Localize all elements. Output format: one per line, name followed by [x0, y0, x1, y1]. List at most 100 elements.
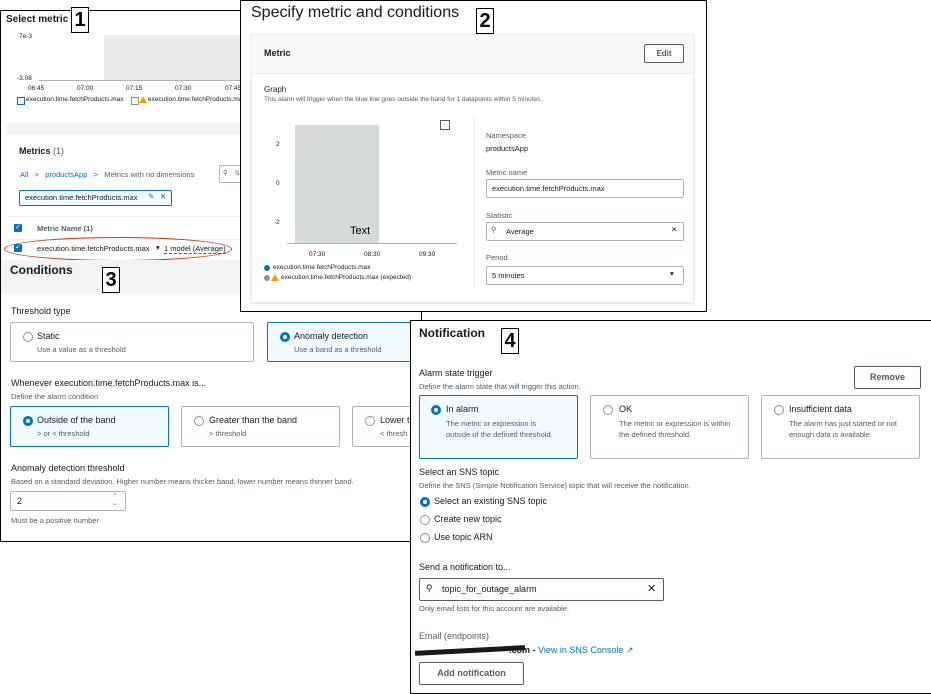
- ok-radio[interactable]: [603, 405, 613, 415]
- metric-container: Metric Edit Graph This alarm will trigge…: [251, 34, 694, 303]
- greater-band-radio[interactable]: [194, 416, 204, 426]
- send-label: Send a notification to...: [419, 562, 511, 572]
- breadcrumb-all[interactable]: All: [20, 170, 28, 179]
- x-tick: 06:45: [28, 85, 45, 92]
- remove-button[interactable]: Remove: [854, 366, 921, 389]
- new-topic-label[interactable]: Create new topic: [434, 514, 502, 524]
- select-metric-panel: Select metric 7e-3 -3.08 06:45 07:00 07:…: [0, 10, 252, 262]
- legend-series-swatch[interactable]: [264, 265, 270, 271]
- namespace-label: Namespace: [486, 131, 527, 140]
- chart-band: [104, 35, 251, 80]
- close-icon[interactable]: ✕: [160, 192, 166, 201]
- whenever-label: Whenever execution.time.fetchProducts.ma…: [11, 378, 207, 388]
- specify-panel: Specify metric and conditions Metric Edi…: [240, 0, 707, 312]
- add-notification-button[interactable]: Add notification: [419, 662, 524, 685]
- warning-icon: [271, 274, 279, 281]
- anomaly-desc: Use a band as a threshold: [294, 345, 382, 354]
- threshold-type-label: Threshold type: [11, 306, 71, 316]
- stepper-icon[interactable]: ⌃ ⌄: [112, 493, 117, 507]
- legend-band-swatch[interactable]: [264, 275, 270, 281]
- whenever-desc: Define the alarm condition: [11, 392, 99, 401]
- y-tick-top: 7e-3: [19, 33, 33, 40]
- namespace-value: productsApp: [486, 144, 529, 153]
- chevron-right-icon: >: [89, 170, 103, 179]
- period-select[interactable]: 5 minutes ▾: [486, 266, 684, 285]
- statistic-input[interactable]: ⚲ Average ✕: [486, 222, 684, 241]
- insufficient-data-radio[interactable]: [774, 405, 784, 415]
- x-tick: 07:30: [175, 85, 192, 92]
- legend-band-swatch[interactable]: [131, 97, 139, 105]
- y-tick: 0: [276, 180, 280, 187]
- x-tick: 07:15: [126, 85, 143, 92]
- view-sns-link[interactable]: View in SNS Console: [538, 645, 623, 655]
- y-tick-bottom: -3.08: [17, 75, 32, 82]
- metric-header: [252, 35, 693, 74]
- existing-topic-radio[interactable]: [420, 497, 430, 507]
- adt-hint: Must be a positive number: [11, 516, 99, 525]
- annotation-tag-4: 4: [501, 328, 519, 354]
- metric-filter-token[interactable]: execution.time.fetchProducts.max ✎ ✕: [19, 190, 172, 206]
- period-label: Period: [486, 253, 508, 262]
- breadcrumb: All > productsApp > Metrics with no dime…: [20, 170, 194, 179]
- search-placeholder: S: [235, 170, 240, 177]
- edit-button[interactable]: Edit: [644, 44, 684, 63]
- topic-arn-radio[interactable]: [420, 533, 430, 543]
- trigger-label: Alarm state trigger: [419, 368, 493, 378]
- warning-icon: [139, 96, 147, 103]
- highlight-ellipse: [4, 237, 232, 261]
- existing-topic-label[interactable]: Select an existing SNS topic: [434, 496, 547, 506]
- legend-series-label: execution.time.fetchProducts.max: [273, 264, 371, 271]
- in-alarm-card[interactable]: In alarm The metric or expression is out…: [419, 395, 578, 459]
- ok-card[interactable]: OK The metric or expression is within th…: [590, 395, 749, 459]
- section-divider: [7, 123, 251, 135]
- adt-value: 2: [17, 496, 23, 506]
- metric-name-value: execution.time.fetchProducts.max: [492, 184, 605, 193]
- lower-band-radio[interactable]: [365, 416, 375, 426]
- topic-arn-label[interactable]: Use topic ARN: [434, 532, 493, 542]
- metric-name-input[interactable]: execution.time.fetchProducts.max: [486, 179, 684, 198]
- legend-series-swatch[interactable]: [17, 97, 25, 105]
- in-alarm-desc: The metric or expression is outside of t…: [446, 419, 553, 439]
- static-radio[interactable]: [23, 332, 33, 342]
- search-icon: ⚲: [491, 225, 497, 234]
- select-all-checkbox[interactable]: ✓: [14, 224, 22, 232]
- legend-band-label: execution.time.fetchProducts.max: [148, 96, 246, 103]
- metric-name-label: Metric name: [486, 168, 528, 177]
- search-icon: ⚲: [223, 170, 228, 177]
- outside-band-radio[interactable]: [23, 416, 33, 426]
- graph-desc: This alarm will trigger when the blue li…: [264, 96, 543, 103]
- legend-series-label: execution.time.fetchProducts.max: [26, 96, 124, 103]
- metrics-title: Metrics: [19, 146, 51, 156]
- graph-label: Graph: [264, 85, 287, 94]
- period-value: 5 minutes: [492, 271, 525, 280]
- metrics-heading: Metrics (1): [19, 146, 64, 156]
- clear-icon[interactable]: ✕: [647, 582, 656, 595]
- anomaly-label: Anomaly detection: [294, 331, 369, 341]
- greater-band-label: Greater than the band: [209, 415, 298, 425]
- topic-search-input[interactable]: ⚲ topic_for_outage_alarm ✕: [419, 578, 664, 601]
- greater-band-desc: > threshold: [209, 429, 247, 438]
- static-desc: Use a value as a threshold: [37, 345, 126, 354]
- edit-icon[interactable]: ✎: [148, 192, 154, 201]
- x-tick: 09:30: [419, 251, 436, 258]
- chart-axis: [39, 80, 251, 81]
- outside-band-label: Outside of the band: [37, 415, 116, 425]
- breadcrumb-products-app[interactable]: productsApp: [45, 170, 87, 179]
- insufficient-data-card[interactable]: Insufficient data The alarm has just sta…: [761, 395, 920, 459]
- new-topic-radio[interactable]: [420, 515, 430, 525]
- in-alarm-radio[interactable]: [431, 405, 441, 415]
- outside-band-card[interactable]: Outside of the band > or < threshold: [10, 406, 169, 447]
- greater-band-card[interactable]: Greater than the band > threshold: [181, 406, 340, 447]
- expand-icon[interactable]: [440, 120, 450, 130]
- external-link-icon[interactable]: ↗: [626, 645, 634, 655]
- anomaly-radio[interactable]: [280, 332, 290, 342]
- clear-icon[interactable]: ✕: [671, 225, 677, 234]
- y-tick: -2: [274, 219, 280, 226]
- lower-band-desc: < thresh: [380, 429, 408, 438]
- static-option-card[interactable]: Static Use a value as a threshold: [10, 322, 254, 362]
- annotation-tag-2: 2: [476, 8, 494, 34]
- adt-number-input[interactable]: 2 ⌃ ⌄: [10, 491, 126, 511]
- anomaly-option-card[interactable]: Anomaly detection Use a band as a thresh…: [267, 322, 421, 362]
- email-label: Email (endpoints): [419, 631, 490, 641]
- x-tick: 07:30: [309, 251, 326, 258]
